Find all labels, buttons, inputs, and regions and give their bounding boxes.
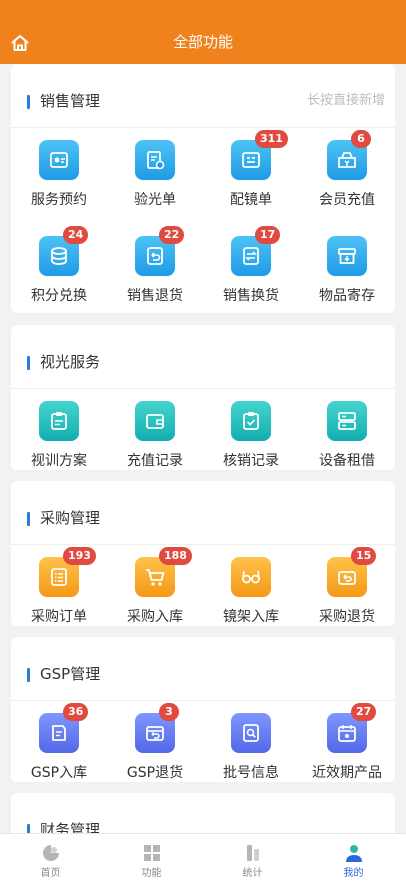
function-item-service-appointment[interactable]: 服务预约 [11,140,107,234]
function-label: 服务预约 [31,192,87,208]
function-label: GSP退货 [126,765,184,781]
section-purchase: 采购管理 193 采购订单 188 采购入库 镜架入库 15 采购退货 [11,481,395,626]
section-header: 视光服务 [11,325,395,389]
function-label: 销售换货 [223,288,279,304]
function-label: 视训方案 [31,453,87,469]
section-header: GSP管理 [11,637,395,701]
function-label: 会员充值 [319,192,375,208]
section-title: 财务管理 [40,821,101,833]
tab-label: 我的 [343,868,364,879]
function-label: 充值记录 [127,453,183,469]
tab-label: 功能 [141,868,162,879]
item-count-badge: 17 [255,226,281,244]
wallet-icon [135,401,175,441]
function-label: 采购订单 [31,609,87,625]
function-list[interactable]: 销售管理 长按直接新增 服务预约 验光单 311 配镜单 6 会员充值 24 积… [0,64,406,833]
section-header: 财务管理 [11,793,395,833]
section-finance: 财务管理 [11,793,395,833]
appointment-icon [39,140,79,180]
function-label: 积分兑换 [31,288,87,304]
section-title: 视光服务 [40,353,101,371]
function-item-optometry[interactable]: 验光单 [107,140,203,234]
function-label: 销售退货 [127,288,183,304]
storage-icon [327,236,367,276]
function-label: 验光单 [134,192,176,208]
function-label: 近效期产品 [312,765,382,781]
function-label: 镜架入库 [223,609,279,625]
item-count-badge: 311 [255,130,288,148]
function-item-sales-return[interactable]: 22 销售退货 [107,226,203,330]
section-title: GSP管理 [40,665,101,683]
section-accent-bar [27,668,30,682]
item-count-badge: 22 [159,226,185,244]
section-accent-bar [27,512,30,526]
training-plan-icon [39,401,79,441]
long-press-hint: 长按直接新增 [306,93,385,108]
section-accent-bar [27,824,30,833]
function-item-member-recharge[interactable]: 6 会员充值 [299,130,395,234]
item-count-badge: 24 [63,226,89,244]
page-title: 全部功能 [172,33,233,51]
home-tab-icon [43,845,59,861]
frame-in-icon [231,557,271,597]
item-count-badge: 188 [159,547,192,565]
stats-tab-icon [247,845,259,861]
optometry-icon [135,140,175,180]
function-item-glasses-order[interactable]: 311 配镜单 [203,130,299,234]
section-accent-bar [27,95,30,109]
device-rent-icon [327,401,367,441]
section-sales: 销售管理 长按直接新增 服务预约 验光单 311 配镜单 6 会员充值 24 积… [11,64,395,313]
section-accent-bar [27,356,30,370]
section-gsp: GSP管理 36 GSP入库 3 GSP退货 批号信息 27 近效期产品 [11,637,395,782]
item-count-badge: 193 [63,547,96,565]
tab-statistics[interactable]: 统计 [202,834,303,883]
item-count-badge: 6 [351,130,371,148]
function-label: 配镜单 [230,192,272,208]
function-item-item-storage[interactable]: 物品寄存 [299,236,395,330]
item-count-badge: 3 [159,703,179,721]
bottom-tab-bar: 首页 功能 统计 我的 [0,833,406,883]
profile-tab-icon [346,845,362,862]
section-title: 销售管理 [40,92,101,110]
function-label: GSP入库 [30,765,88,781]
app-header: 全部功能 [0,0,406,64]
function-label: 采购入库 [127,609,183,625]
tab-label: 首页 [40,868,61,879]
tab-label: 统计 [242,868,263,879]
function-label: 物品寄存 [319,288,375,304]
function-item-sales-exchange[interactable]: 17 销售换货 [203,226,299,330]
function-label: 核销记录 [223,453,279,469]
batch-info-icon [231,713,271,753]
tab-functions[interactable]: 功能 [101,834,202,883]
function-item-points-exchange[interactable]: 24 积分兑换 [11,226,107,330]
item-count-badge: 27 [351,703,377,721]
item-count-badge: 36 [63,703,89,721]
section-title: 采购管理 [40,509,101,527]
function-label: 设备租借 [319,453,375,469]
tab-home[interactable]: 首页 [0,834,101,883]
function-label: 批号信息 [223,765,279,781]
item-count-badge: 15 [351,547,377,565]
section-header: 采购管理 [11,481,395,545]
functions-tab-icon [144,845,160,861]
section-vision-service: 视光服务 视训方案 充值记录 核销记录 设备租借 [11,325,395,470]
function-label: 采购退货 [319,609,375,625]
tab-profile[interactable]: 我的 [303,834,404,883]
section-header: 销售管理 长按直接新增 [11,64,395,128]
verify-icon [231,401,271,441]
